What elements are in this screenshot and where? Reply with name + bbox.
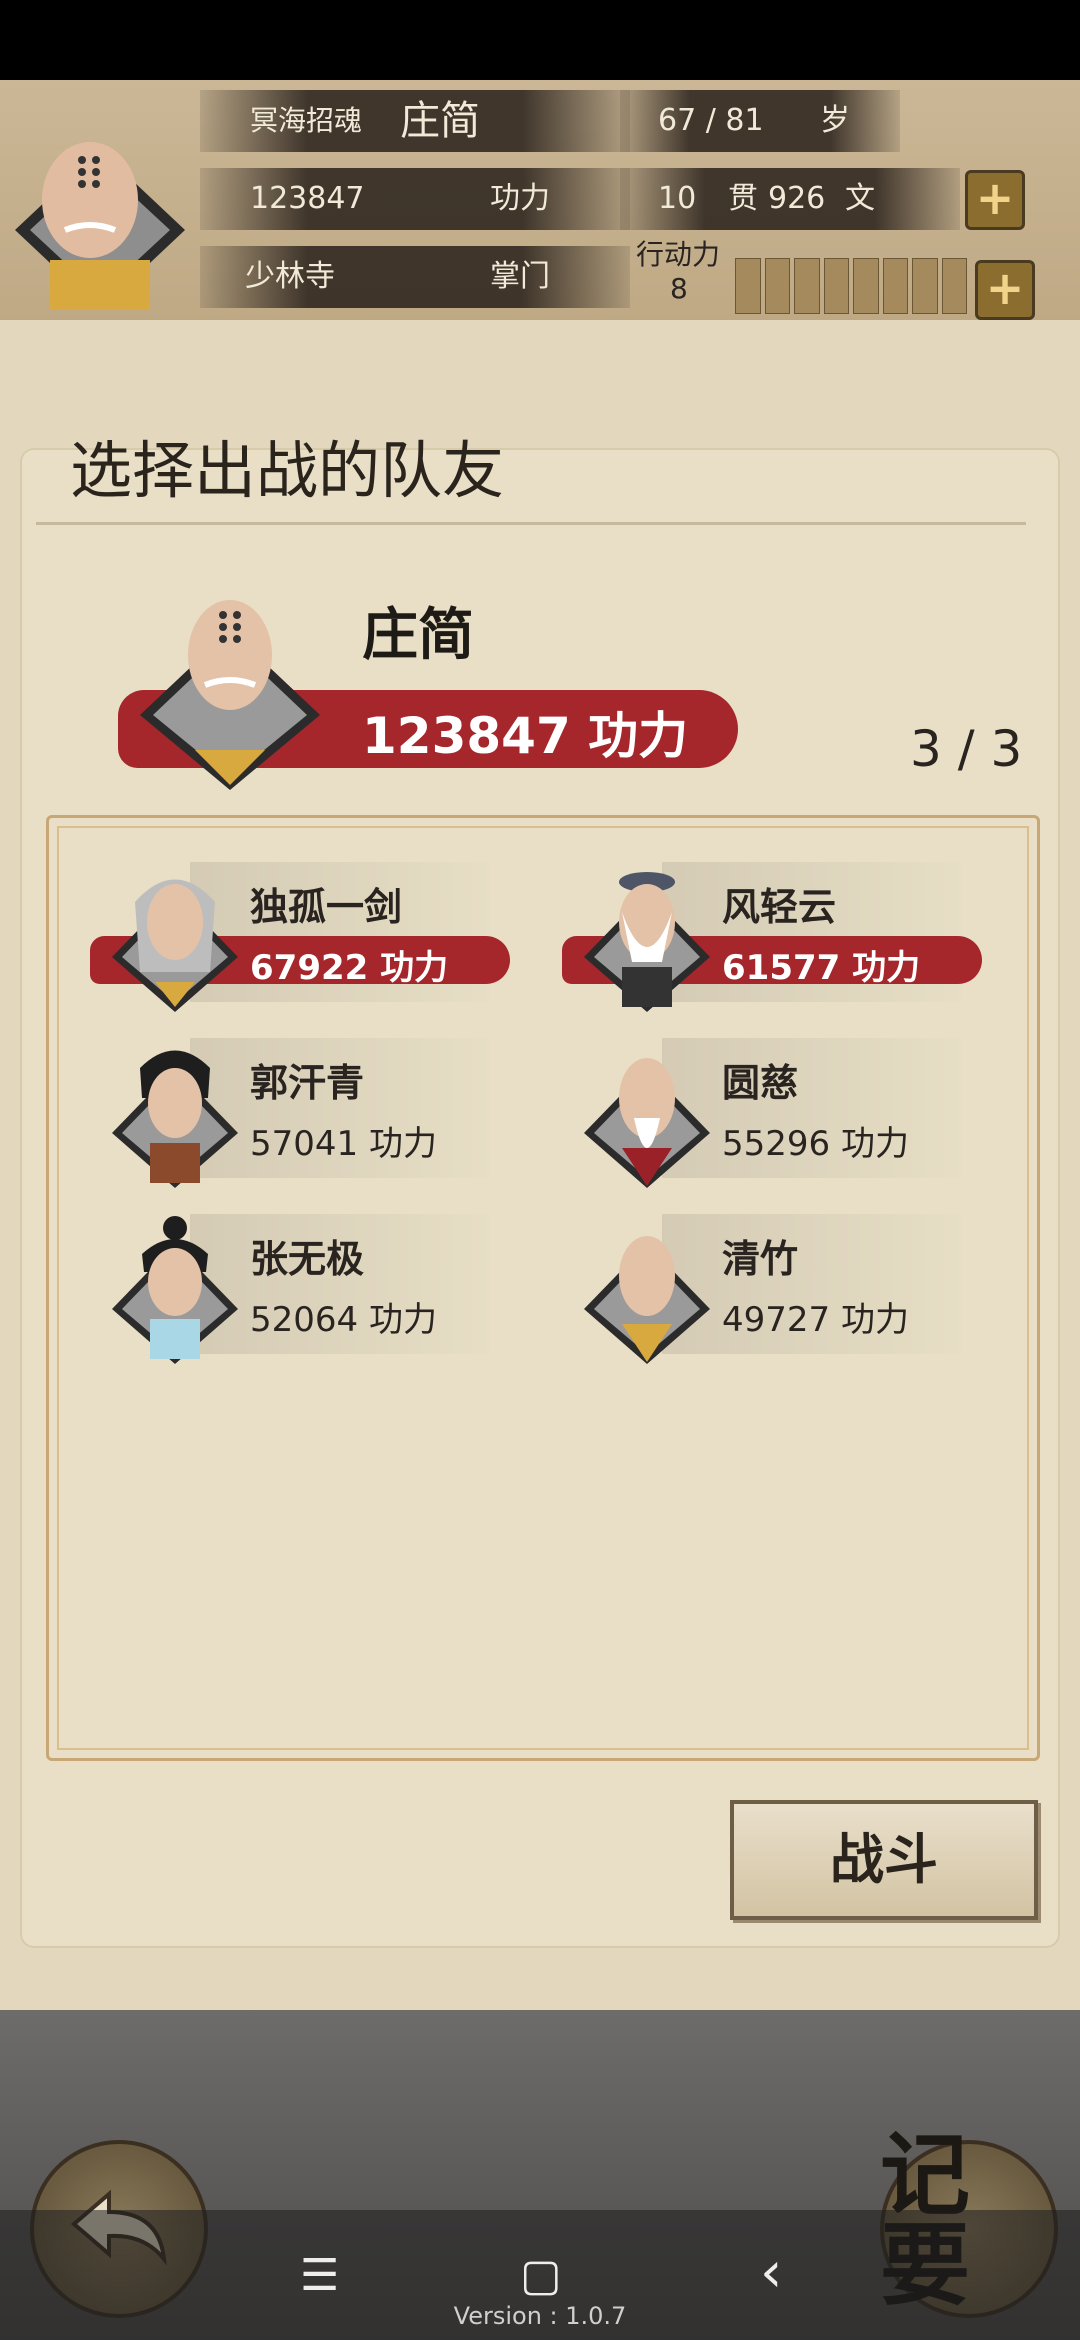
teammate-card-zhang[interactable]: 张无极 52064 功力	[100, 1214, 490, 1364]
teammate-card-feng[interactable]: 风轻云 61577 功力	[562, 862, 982, 1012]
teammate-name: 圆慈	[722, 1061, 799, 1105]
teammate-portrait	[584, 1058, 710, 1188]
money-wen-unit: 文	[845, 181, 875, 216]
teammate-name: 清竹	[722, 1237, 799, 1281]
teammate-name: 独孤一剑	[250, 885, 403, 929]
teammate-portrait	[584, 872, 710, 1012]
teammate-card-yuanci[interactable]: 圆慈 55296 功力	[572, 1038, 962, 1188]
fight-button[interactable]: 战斗	[730, 1800, 1038, 1920]
teammate-power: 55296 功力	[722, 1124, 909, 1164]
status-bar	[0, 0, 1080, 80]
money-wen: 926	[768, 181, 826, 216]
teammate-portrait	[112, 1050, 238, 1188]
team-count: 3 / 3	[910, 720, 1023, 778]
age-unit: 岁	[820, 103, 850, 138]
teammate-portrait	[112, 1216, 238, 1364]
leader-portrait	[140, 600, 320, 790]
action-gauge	[735, 258, 967, 314]
teammate-power: 61577 功力	[722, 948, 921, 988]
money-row: 10 贯 926 文	[620, 168, 960, 230]
version-label: Version : 1.0.7	[453, 2302, 627, 2330]
nav-home-icon[interactable]: ▢	[520, 2250, 562, 2301]
player-name: 庄简	[400, 98, 480, 144]
action-value: 8	[670, 272, 688, 305]
teammate-power: 67922 功力	[250, 948, 449, 988]
sect-row: 少林寺 掌门	[200, 246, 630, 308]
leader-name: 庄简	[362, 603, 474, 668]
player-avatar[interactable]	[10, 110, 190, 310]
page-title: 选择出战的队友	[70, 434, 505, 507]
leader-power: 123847 功力	[362, 707, 689, 765]
sect-role: 掌门	[490, 259, 550, 294]
add-money-button[interactable]: +	[965, 170, 1025, 230]
age-value: 67 / 81	[658, 103, 764, 138]
teammate-name: 张无极	[250, 1237, 365, 1281]
power-value: 123847	[250, 181, 365, 216]
teammate-card-guo[interactable]: 郭汗青 57041 功力	[100, 1038, 490, 1188]
teammate-power: 52064 功力	[250, 1300, 437, 1340]
title-label: 冥海招魂	[250, 104, 363, 137]
teammate-portrait	[584, 1236, 710, 1364]
add-action-button[interactable]: +	[975, 260, 1035, 320]
teammate-name: 郭汗青	[250, 1061, 365, 1105]
power-label: 功力	[490, 181, 550, 216]
power-row: 123847 功力	[200, 168, 630, 230]
teammate-card-qingzhu[interactable]: 清竹 49727 功力	[572, 1214, 962, 1364]
action-label: 行动力	[636, 238, 721, 271]
teammate-power: 57041 功力	[250, 1124, 437, 1164]
teammate-name: 风轻云	[722, 885, 837, 929]
age-row: 67 / 81 岁	[620, 90, 900, 152]
teammate-power: 49727 功力	[722, 1300, 909, 1340]
title-divider	[36, 522, 1026, 525]
nav-menu-icon[interactable]: ☰	[300, 2250, 339, 2301]
money-guan-unit: 贯	[728, 181, 758, 216]
title-row: 冥海招魂 庄简	[200, 90, 630, 152]
nav-back-icon[interactable]: ‹	[760, 2240, 782, 2305]
teammate-portrait	[112, 879, 238, 1012]
money-guan: 10	[658, 181, 697, 216]
sect-name: 少林寺	[245, 259, 335, 294]
teammate-card-dugu[interactable]: 独孤一剑 67922 功力	[90, 862, 510, 1012]
